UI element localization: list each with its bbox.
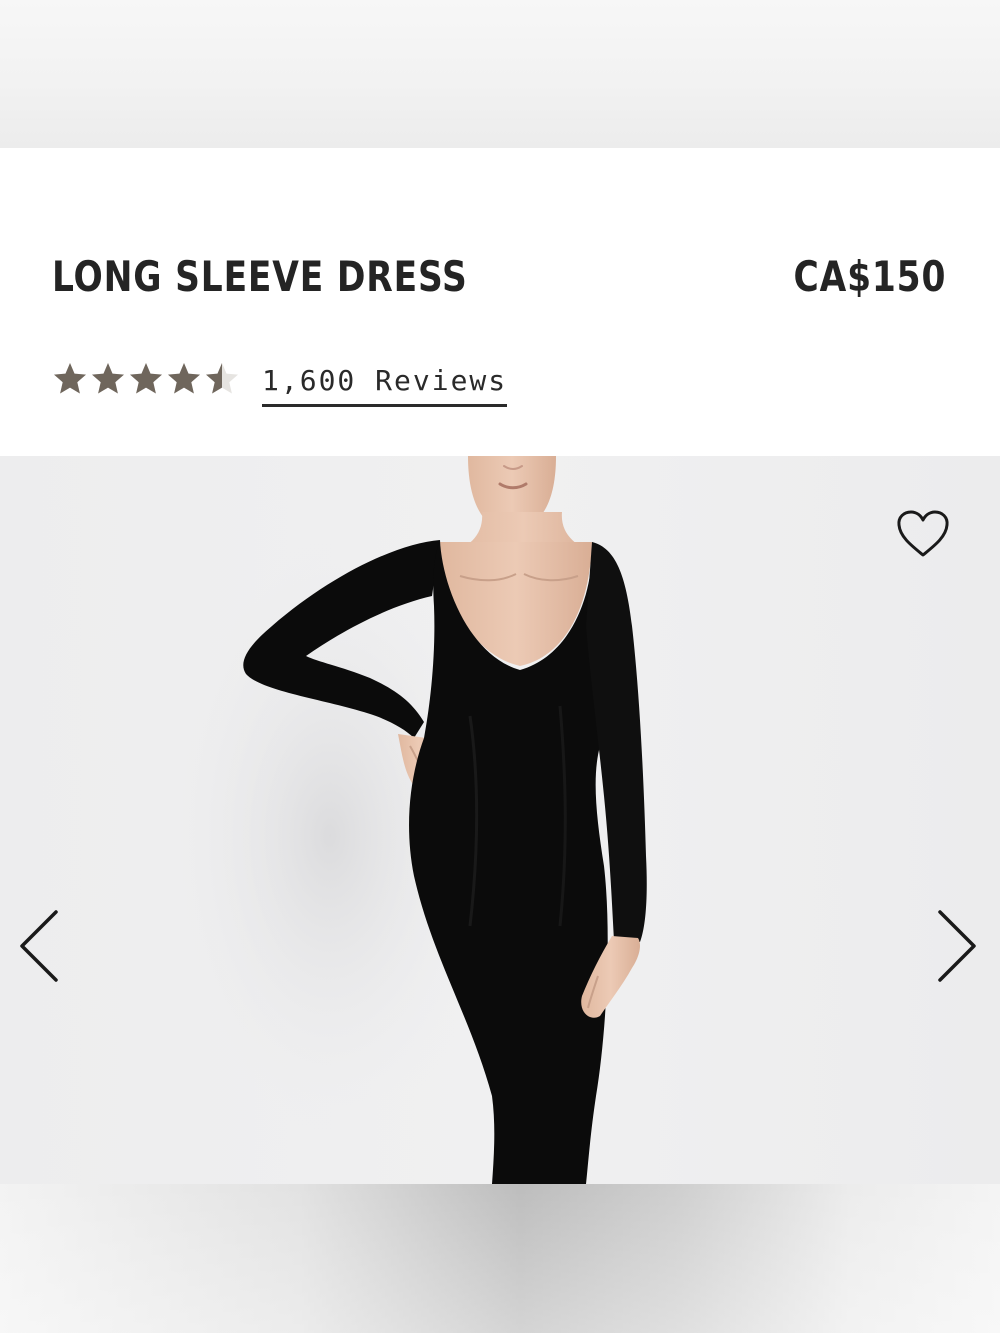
product-rating: 1,600 Reviews — [52, 354, 508, 407]
chevron-right-icon[interactable] — [932, 906, 982, 986]
product-image — [160, 456, 647, 1184]
product-title: LONG SLEEVE DRESS — [52, 252, 468, 301]
chevron-left-icon[interactable] — [14, 906, 64, 986]
star-full-icon — [54, 363, 86, 394]
product-price: CA$150 — [793, 252, 946, 301]
star-full-icon — [130, 363, 162, 394]
star-full-icon — [168, 363, 200, 394]
blurred-top-strip — [0, 0, 1000, 148]
favorite-heart-icon[interactable] — [894, 508, 952, 560]
star-full-icon — [92, 363, 124, 394]
blurred-bottom-strip — [0, 1184, 1000, 1333]
star-half-icon — [206, 363, 238, 394]
product-header: LONG SLEEVE DRESS CA$150 1,600 Reviews — [0, 148, 1000, 456]
rating-stars — [52, 361, 240, 397]
reviews-link[interactable]: 1,600 Reviews — [262, 364, 508, 407]
product-gallery[interactable] — [0, 456, 1000, 1184]
